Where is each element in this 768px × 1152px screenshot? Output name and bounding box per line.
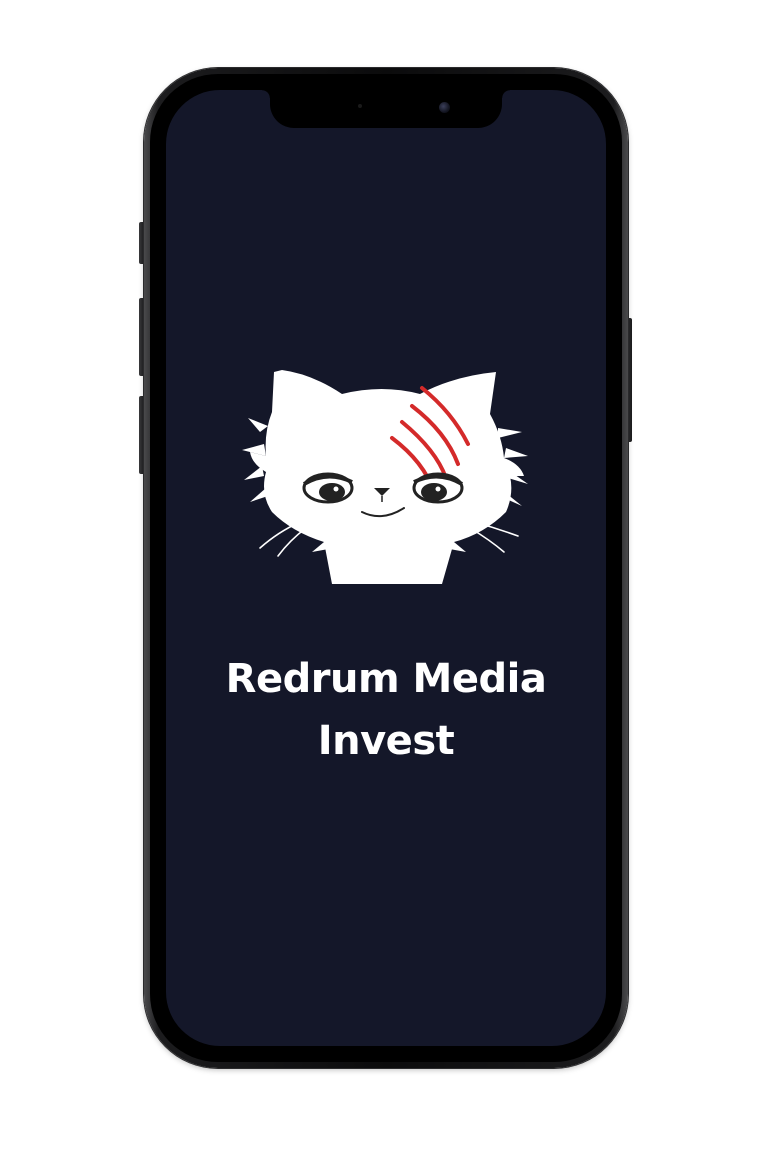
- phone-notch: [262, 90, 510, 128]
- front-camera-icon: [439, 102, 450, 113]
- cat-logo-icon: [242, 370, 528, 584]
- app-title: Redrum Media Invest: [166, 648, 606, 772]
- splash-screen[interactable]: Redrum Media Invest: [166, 90, 606, 1046]
- phone-frame: Redrum Media Invest: [144, 68, 628, 1068]
- speaker-icon: [358, 104, 362, 108]
- mockup-stage: Redrum Media Invest: [0, 0, 768, 1152]
- app-title-line2: Invest: [317, 718, 455, 764]
- app-title-line1: Redrum Media: [225, 656, 547, 702]
